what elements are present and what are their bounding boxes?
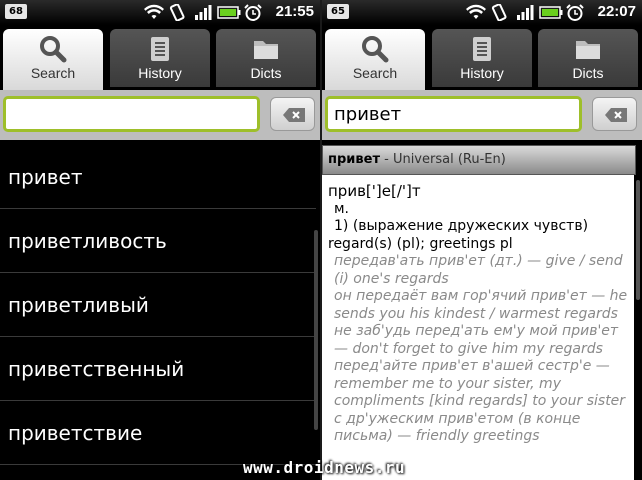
folder-icon xyxy=(254,41,278,59)
example: перед'айте прив'ет в'ашей сестр'е — reme… xyxy=(334,358,626,409)
example: не заб'удь перед'ать ем'у мой прив'ет — … xyxy=(334,323,619,357)
tab-history[interactable]: History xyxy=(432,29,532,87)
notification-badge: 68 xyxy=(5,4,27,19)
tab-history[interactable]: History xyxy=(110,29,210,87)
search-icon xyxy=(40,36,67,63)
wifi-icon xyxy=(466,4,486,19)
list-item[interactable]: приветственный xyxy=(0,337,316,401)
signal-icon xyxy=(195,5,212,20)
tab-label: Dicts xyxy=(572,65,604,81)
list-item[interactable]: приветствие xyxy=(0,401,316,465)
history-icon xyxy=(473,37,491,61)
history-icon xyxy=(151,37,169,61)
search-input[interactable] xyxy=(325,96,582,132)
clock: 22:07 xyxy=(597,3,636,20)
article-header: привет - Universal (Ru-En) xyxy=(322,145,636,175)
clear-button[interactable] xyxy=(270,97,315,131)
example: с др'ужеским прив'етом (в конце письма) … xyxy=(334,410,581,445)
dictionary-name: - Universal (Ru-En) xyxy=(379,152,506,167)
clear-button[interactable] xyxy=(592,97,637,131)
battery-icon xyxy=(539,6,563,19)
clock: 21:55 xyxy=(275,3,314,20)
battery-icon xyxy=(217,6,241,19)
right-screen: 65 22:07 Search History Dicts привет - U… xyxy=(322,0,642,480)
tab-dicts[interactable]: Dicts xyxy=(538,29,638,87)
example: он передаёт вам гор'ячий прив'ет — he se… xyxy=(334,288,628,322)
search-row xyxy=(322,90,642,140)
backspace-icon xyxy=(283,108,305,122)
translation: regard(s) (pl); greetings pl xyxy=(328,235,513,252)
headword: прив[']е[/']т xyxy=(328,182,421,200)
scrollbar[interactable] xyxy=(314,230,318,430)
alarm-icon xyxy=(566,4,584,21)
article-body[interactable]: прив[']е[/']т м. 1) (выражение дружеских… xyxy=(322,175,634,480)
tab-search[interactable]: Search xyxy=(325,29,425,90)
list-item[interactable]: привет xyxy=(0,145,316,209)
watermark: www.droidnews.ru xyxy=(243,458,406,477)
backspace-icon xyxy=(605,108,627,122)
tab-search[interactable]: Search xyxy=(3,29,103,90)
status-bar: 68 21:55 xyxy=(0,0,320,25)
tab-bar: Search History Dicts xyxy=(0,25,320,90)
list-item[interactable]: приветливость xyxy=(0,209,316,273)
tab-label: History xyxy=(138,65,182,81)
list-item[interactable]: приветливый xyxy=(0,273,316,337)
search-input[interactable] xyxy=(3,96,260,132)
status-bar: 65 22:07 xyxy=(322,0,642,25)
tab-label: History xyxy=(460,65,504,81)
search-icon xyxy=(362,36,389,63)
vibrate-icon xyxy=(169,4,185,21)
tab-bar: Search History Dicts xyxy=(322,25,642,90)
tab-label: Search xyxy=(352,65,398,81)
notification-badge: 65 xyxy=(327,4,349,19)
alarm-icon xyxy=(244,4,262,21)
suggestion-list: привет приветливость приветливый приветс… xyxy=(0,145,316,465)
search-row xyxy=(0,90,320,140)
scrollbar[interactable] xyxy=(636,180,640,300)
signal-icon xyxy=(517,5,534,20)
sense-label: 1) (выражение дружеских чувств) xyxy=(334,218,589,234)
tab-label: Dicts xyxy=(250,65,282,81)
vibrate-icon xyxy=(491,4,507,21)
tab-dicts[interactable]: Dicts xyxy=(216,29,316,87)
folder-icon xyxy=(576,41,600,59)
tab-label: Search xyxy=(30,65,76,81)
left-screen: 68 21:55 Search History Dicts привет при… xyxy=(0,0,320,480)
wifi-icon xyxy=(144,4,164,19)
gender-label: м. xyxy=(334,200,350,217)
article-word: привет xyxy=(328,152,380,167)
example: передав'ать прив'ет (дт.) — give / send … xyxy=(334,253,623,287)
